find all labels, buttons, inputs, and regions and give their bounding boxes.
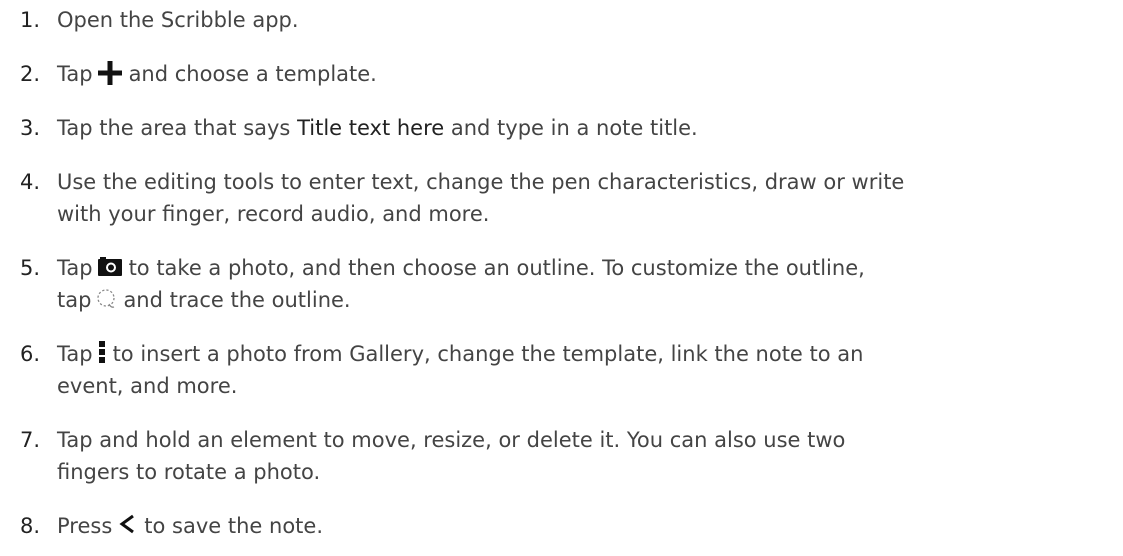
step-text: Tap the area that says Title text here a…: [57, 112, 1117, 144]
step-text-part: Press: [57, 514, 113, 538]
step-text-part: and type in a note title.: [450, 116, 698, 140]
camera-icon: [97, 257, 122, 276]
step-text-line: fingers to rotate a photo.: [57, 460, 321, 484]
step-text: Use the editing tools to enter text, cha…: [57, 166, 1117, 230]
step-number: 8.: [20, 514, 41, 538]
step-number: 7.: [20, 428, 41, 452]
step-text: Tap to take a photo, and then choose an o…: [57, 252, 1117, 316]
step-text-part: to insert a photo from Gallery, change t…: [112, 342, 864, 366]
step-text-part: Tap: [57, 256, 93, 280]
step-text-part: to take a photo, and then choose an outl…: [128, 256, 865, 280]
step-text-part: Open the Scribble app.: [57, 8, 299, 32]
more-vertical-icon: [98, 341, 105, 363]
step-text-part: Tap: [57, 342, 93, 366]
step-number: 3.: [20, 116, 41, 140]
step-text-part: event, and more.: [57, 374, 238, 398]
step-text: Tap to insert a photo from Gallery, chang…: [57, 338, 1117, 402]
lasso-icon: [97, 289, 116, 308]
step-number: 4.: [20, 170, 41, 194]
step-text: Tap and choose a template.: [57, 58, 1117, 90]
step-number: 2.: [20, 62, 41, 86]
step-text-part: Tap: [57, 62, 93, 86]
step-text-part: tap: [57, 288, 92, 312]
step-text-part: and trace the outline.: [123, 288, 351, 312]
step-number: 5.: [20, 256, 41, 280]
plus-icon: [97, 61, 122, 85]
step-text-line: Use the editing tools to enter text, cha…: [57, 170, 905, 194]
back-chevron-icon: [119, 514, 135, 534]
ui-term-title-text-here: Title text here: [297, 116, 445, 140]
step-text-line: with your finger, record audio, and more…: [57, 202, 490, 226]
step-text: Open the Scribble app.: [57, 4, 1117, 36]
step-text: Press to save the note.: [57, 510, 1117, 542]
step-number: 6.: [20, 342, 41, 366]
step-text-line: Tap and hold an element to move, resize,…: [57, 428, 846, 452]
step-text: Tap and hold an element to move, resize,…: [57, 424, 1117, 488]
step-text-part: Tap the area that says: [57, 116, 291, 140]
step-text-part: and choose a template.: [128, 62, 377, 86]
step-text-part: to save the note.: [144, 514, 323, 538]
step-number: 1.: [20, 8, 41, 32]
